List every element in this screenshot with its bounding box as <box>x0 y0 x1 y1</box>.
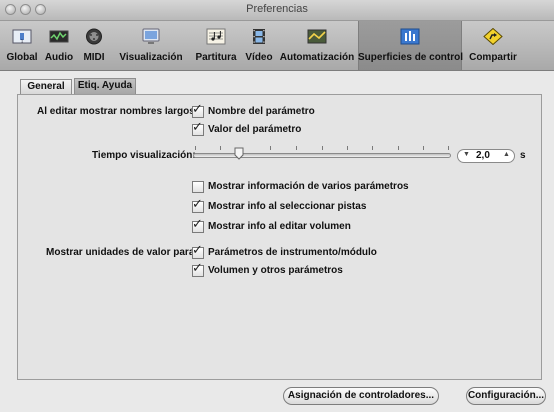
toolbar-share[interactable]: Compartir <box>464 21 522 70</box>
midi-connector-icon <box>86 28 102 45</box>
window-title: Preferencias <box>246 3 308 15</box>
multi-param-info-checkbox[interactable] <box>192 181 204 193</box>
preferences-toolbar: 1 Global Audio MIDI Visualización Partit… <box>0 21 554 71</box>
param-name-checkbox[interactable]: ✓ <box>192 102 204 118</box>
param-value-label: Valor del parámetro <box>208 124 302 135</box>
control-surface-icon <box>400 28 420 45</box>
toolbar-display[interactable]: Visualización <box>112 21 190 70</box>
value-units-label: Mostrar unidades de valor para: <box>46 247 198 258</box>
volume-params-checkbox[interactable]: ✓ <box>192 261 204 277</box>
track-select-info-label: Mostrar info al seleccionar pistas <box>208 201 367 212</box>
toolbar-automation[interactable]: Automatización <box>278 21 356 70</box>
display-time-unit: s <box>520 150 526 161</box>
long-names-label: Al editar mostrar nombres largos <box>37 106 195 117</box>
controller-assignments-button[interactable]: Asignación de controladores... <box>283 387 439 405</box>
volume-edit-info-label: Mostrar info al editar volumen <box>208 221 351 232</box>
volume-edit-info-checkbox[interactable]: ✓ <box>192 217 204 233</box>
svg-text:1: 1 <box>21 39 24 45</box>
global-prefs-icon: 1 <box>12 29 32 45</box>
automation-curve-icon <box>307 29 327 44</box>
instrument-params-checkbox[interactable]: ✓ <box>192 243 204 259</box>
slider-knob[interactable] <box>234 147 244 160</box>
toolbar-global[interactable]: 1 Global <box>4 21 40 70</box>
display-time-label: Tiempo visualización: <box>92 150 196 161</box>
toolbar-video[interactable]: Vídeo <box>242 21 276 70</box>
increment-arrow-icon[interactable]: ▲ <box>503 151 510 158</box>
toolbar-midi[interactable]: MIDI <box>78 21 110 70</box>
settings-panel <box>17 94 542 380</box>
title-bar: Preferencias <box>0 0 554 21</box>
display-time-stepper[interactable]: ▼ 2,0 ▲ <box>457 149 515 163</box>
toolbar-score[interactable]: Partitura <box>192 21 240 70</box>
tab-general[interactable]: General <box>20 79 72 94</box>
setup-button[interactable]: Configuración... <box>466 387 546 405</box>
display-time-value: 2,0 <box>476 150 490 161</box>
volume-params-label: Volumen y otros parámetros <box>208 265 343 276</box>
multi-param-info-label: Mostrar información de varios parámetros <box>208 181 409 192</box>
toolbar-audio[interactable]: Audio <box>42 21 76 70</box>
track-select-info-checkbox[interactable]: ✓ <box>192 197 204 213</box>
film-strip-icon <box>253 29 265 44</box>
decrement-arrow-icon[interactable]: ▼ <box>463 151 470 158</box>
param-value-checkbox[interactable]: ✓ <box>192 120 204 136</box>
share-icon <box>483 28 503 45</box>
audio-meter-icon <box>49 30 69 43</box>
display-monitor-icon <box>142 28 160 44</box>
param-name-label: Nombre del parámetro <box>208 106 315 117</box>
score-notes-icon <box>206 28 226 45</box>
tab-help-tags[interactable]: Etiq. Ayuda <box>74 78 136 94</box>
instrument-params-label: Parámetros de instrumento/módulo <box>208 247 377 258</box>
toolbar-control-surfaces[interactable]: Superficies de control <box>358 21 463 70</box>
display-time-slider[interactable] <box>193 153 451 158</box>
